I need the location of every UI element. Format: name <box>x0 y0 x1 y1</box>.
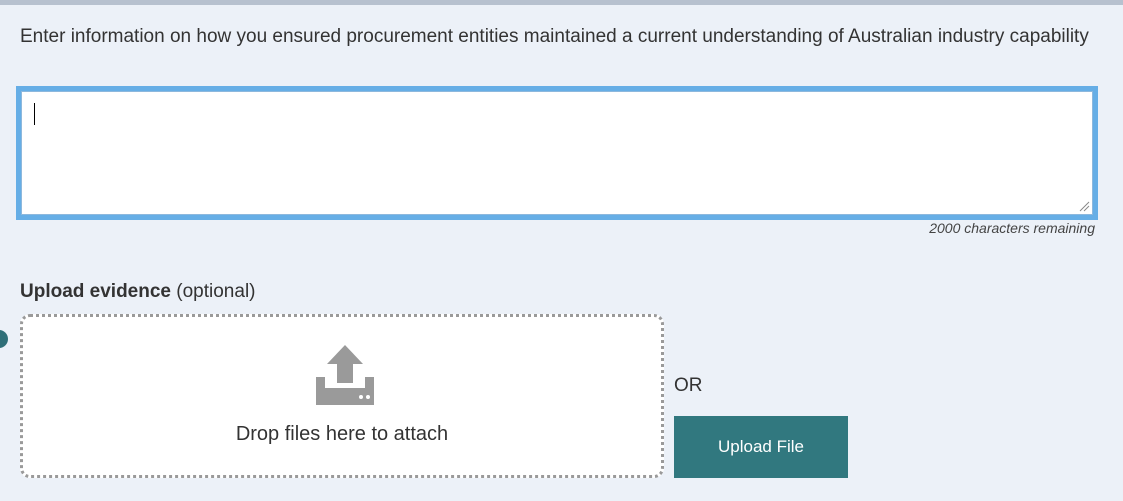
upload-evidence-label: Upload evidence (optional) <box>20 281 256 303</box>
resize-grip-icon[interactable] <box>1078 200 1090 212</box>
file-dropzone[interactable]: Drop files here to attach <box>20 314 664 478</box>
drop-files-text: Drop files here to attach <box>235 423 449 445</box>
upload-file-button[interactable]: Upload File <box>674 416 848 478</box>
upload-label-optional: (optional) <box>176 281 256 302</box>
upload-tray-icon <box>316 345 374 405</box>
top-divider-bar <box>0 0 1123 5</box>
answer-textarea[interactable] <box>21 91 1093 215</box>
text-caret <box>34 103 35 125</box>
or-separator: OR <box>674 375 703 396</box>
info-marker-dot <box>0 330 8 348</box>
upload-label-strong: Upload evidence <box>20 281 171 302</box>
question-prompt: Enter information on how you ensured pro… <box>20 26 1089 47</box>
characters-remaining: 2000 characters remaining <box>929 220 1095 236</box>
answer-textarea-container[interactable] <box>16 86 1098 220</box>
